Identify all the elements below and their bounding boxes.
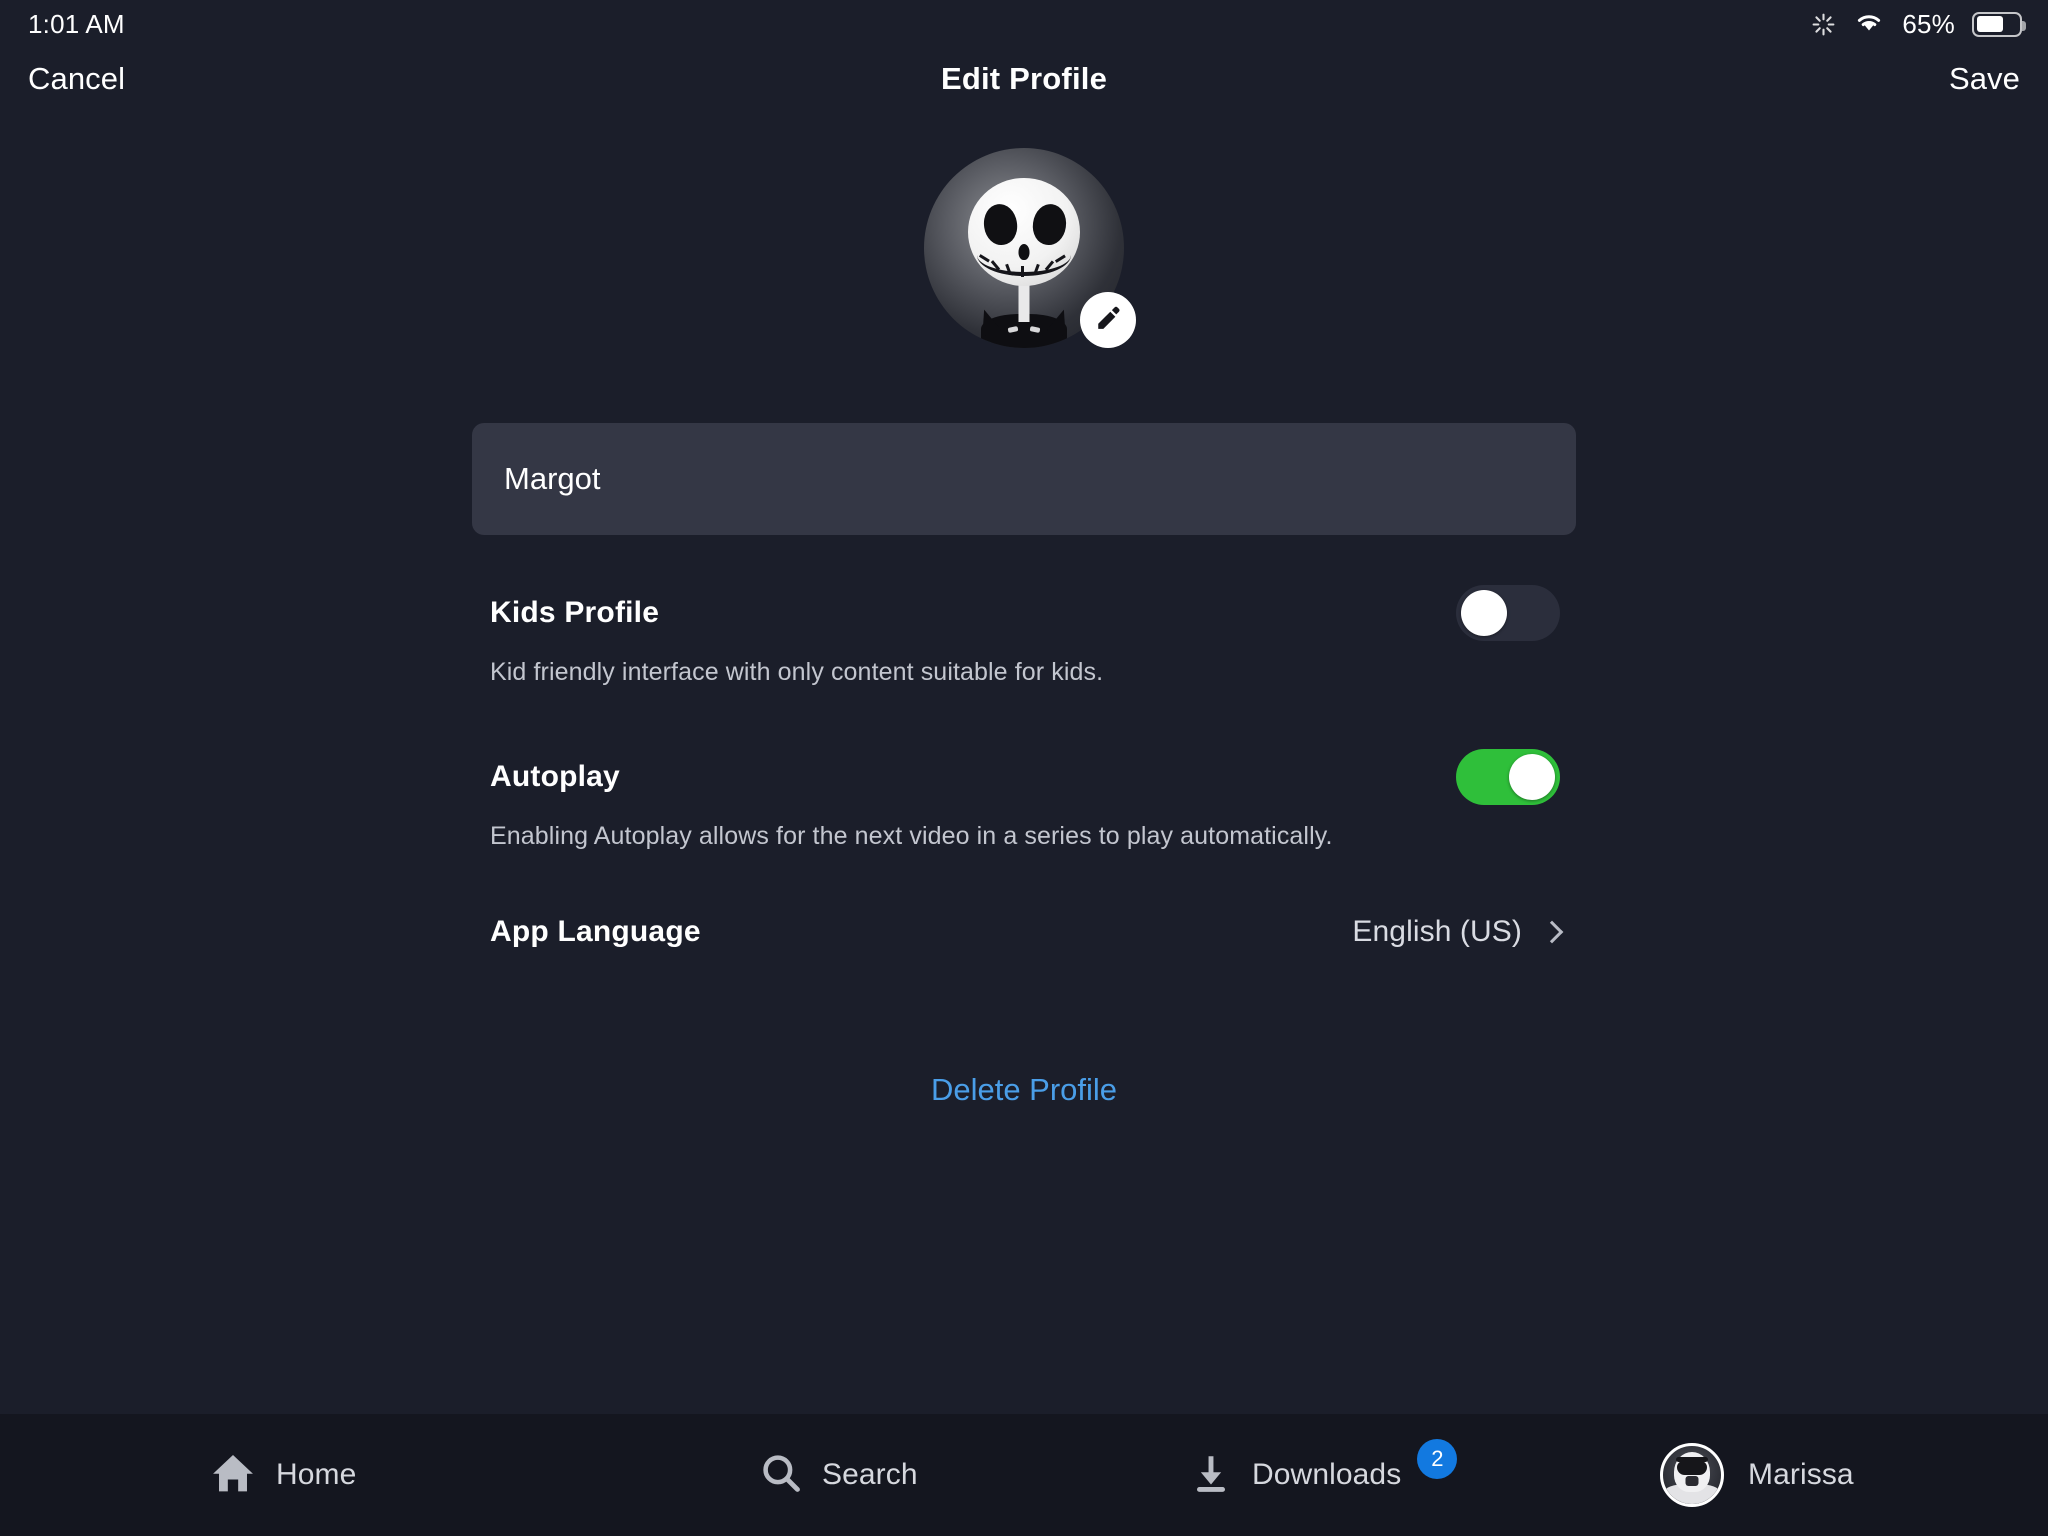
sync-icon <box>1811 12 1836 37</box>
jack-neck <box>1018 280 1030 322</box>
tab-profile-label: Marissa <box>1748 1458 1854 1491</box>
settings-list: Kids Profile Kid friendly interface with… <box>490 585 1564 949</box>
tab-search[interactable]: Search <box>760 1452 1090 1499</box>
delete-profile-button[interactable]: Delete Profile <box>931 1072 1117 1108</box>
tab-profile[interactable]: Marissa <box>1660 1443 1990 1507</box>
app-language-row[interactable]: App Language English (US) <box>490 915 1564 949</box>
edit-profile-screen: 1:01 AM 65% Cancel Edit Profile Save Mar… <box>0 0 2048 1536</box>
wifi-icon <box>1853 10 1885 39</box>
autoplay-description: Enabling Autoplay allows for the next vi… <box>490 822 1333 850</box>
download-icon <box>1190 1452 1232 1499</box>
edit-avatar-button[interactable] <box>1080 292 1136 348</box>
tab-downloads[interactable]: Downloads 2 <box>1190 1439 1590 1499</box>
tab-home[interactable]: Home <box>210 1450 630 1501</box>
kids-profile-description: Kid friendly interface with only content… <box>490 658 1104 686</box>
autoplay-row: Autoplay Enabling Autoplay allows for th… <box>490 749 1560 851</box>
tab-home-label: Home <box>276 1458 357 1491</box>
kids-profile-row: Kids Profile Kid friendly interface with… <box>490 585 1560 687</box>
profile-avatar-container[interactable] <box>924 148 1136 348</box>
autoplay-label: Autoplay <box>490 760 620 793</box>
home-icon <box>210 1450 256 1501</box>
page-title: Edit Profile <box>940 61 1108 96</box>
battery-icon <box>1972 11 2026 37</box>
stormtrooper-avatar <box>1660 1443 1724 1507</box>
app-language-value: English (US) <box>1352 915 1522 948</box>
jack-mouth <box>977 234 1071 277</box>
status-bar: 1:01 AM 65% <box>0 0 2048 48</box>
kids-profile-toggle[interactable] <box>1456 585 1560 641</box>
save-button[interactable]: Save <box>1949 61 2020 97</box>
downloads-badge: 2 <box>1417 1439 1458 1479</box>
navigation-bar: Cancel Edit Profile Save <box>0 48 2048 110</box>
autoplay-toggle[interactable] <box>1456 749 1560 805</box>
jack-head <box>968 178 1080 286</box>
battery-percentage: 65% <box>1902 8 1955 39</box>
bottom-tab-bar: Home Search Downloads 2 Marissa <box>0 1414 2048 1536</box>
search-icon <box>760 1452 802 1499</box>
kids-profile-label: Kids Profile <box>490 596 660 629</box>
pencil-icon <box>1095 305 1121 336</box>
tab-downloads-label: Downloads <box>1252 1458 1402 1491</box>
cancel-button[interactable]: Cancel <box>28 61 125 97</box>
chevron-right-icon <box>1540 920 1564 944</box>
status-bar-time: 1:01 AM <box>28 8 125 39</box>
status-bar-indicators: 65% <box>1811 8 2026 40</box>
app-language-label: App Language <box>490 915 701 948</box>
profile-name-input[interactable] <box>472 423 1576 535</box>
tab-search-label: Search <box>822 1458 918 1491</box>
